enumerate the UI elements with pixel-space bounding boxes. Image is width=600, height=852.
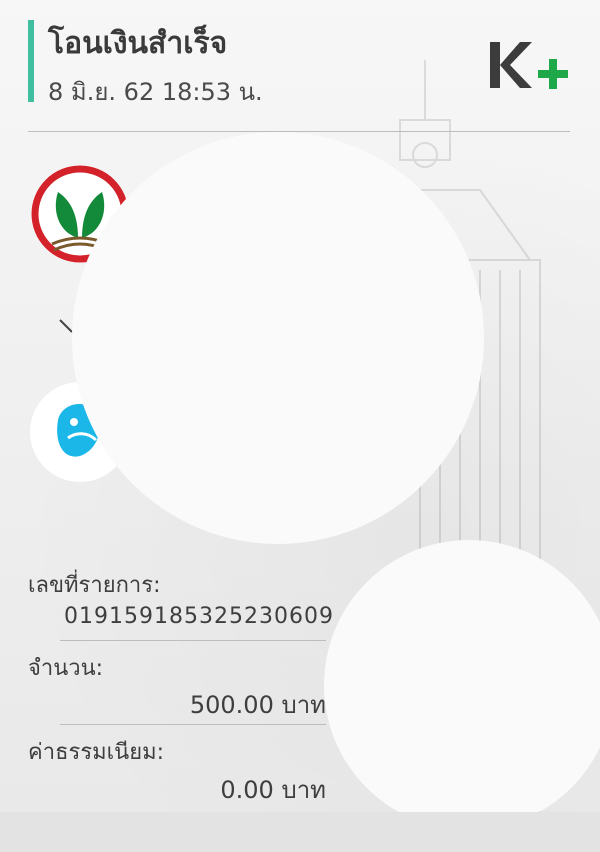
transfer-slip: โอนเงินสำเร็จ 8 มิ.ย. 62 18:53 น. เลขที่… [0,0,600,812]
ref-number: 019159185325230609 [64,604,334,629]
transaction-datetime: 8 มิ.ย. 62 18:53 น. [48,78,263,106]
footer-bar [0,812,600,852]
ref-label: เลขที่รายการ: [28,573,161,598]
ref-divider [60,640,326,641]
k-plus-logo [490,42,568,89]
redaction-circle-large [72,132,484,544]
amount-label: จำนวน: [28,656,104,681]
page-title: โอนเงินสำเร็จ [48,26,228,61]
header-divider [28,131,570,132]
fee-label: ค่าธรรมเนียม: [28,740,164,765]
title-accent-bar [28,20,34,102]
amount-divider [60,724,326,725]
fee-value: 0.00 บาท [220,776,326,804]
amount-value: 500.00 บาท [189,691,326,719]
